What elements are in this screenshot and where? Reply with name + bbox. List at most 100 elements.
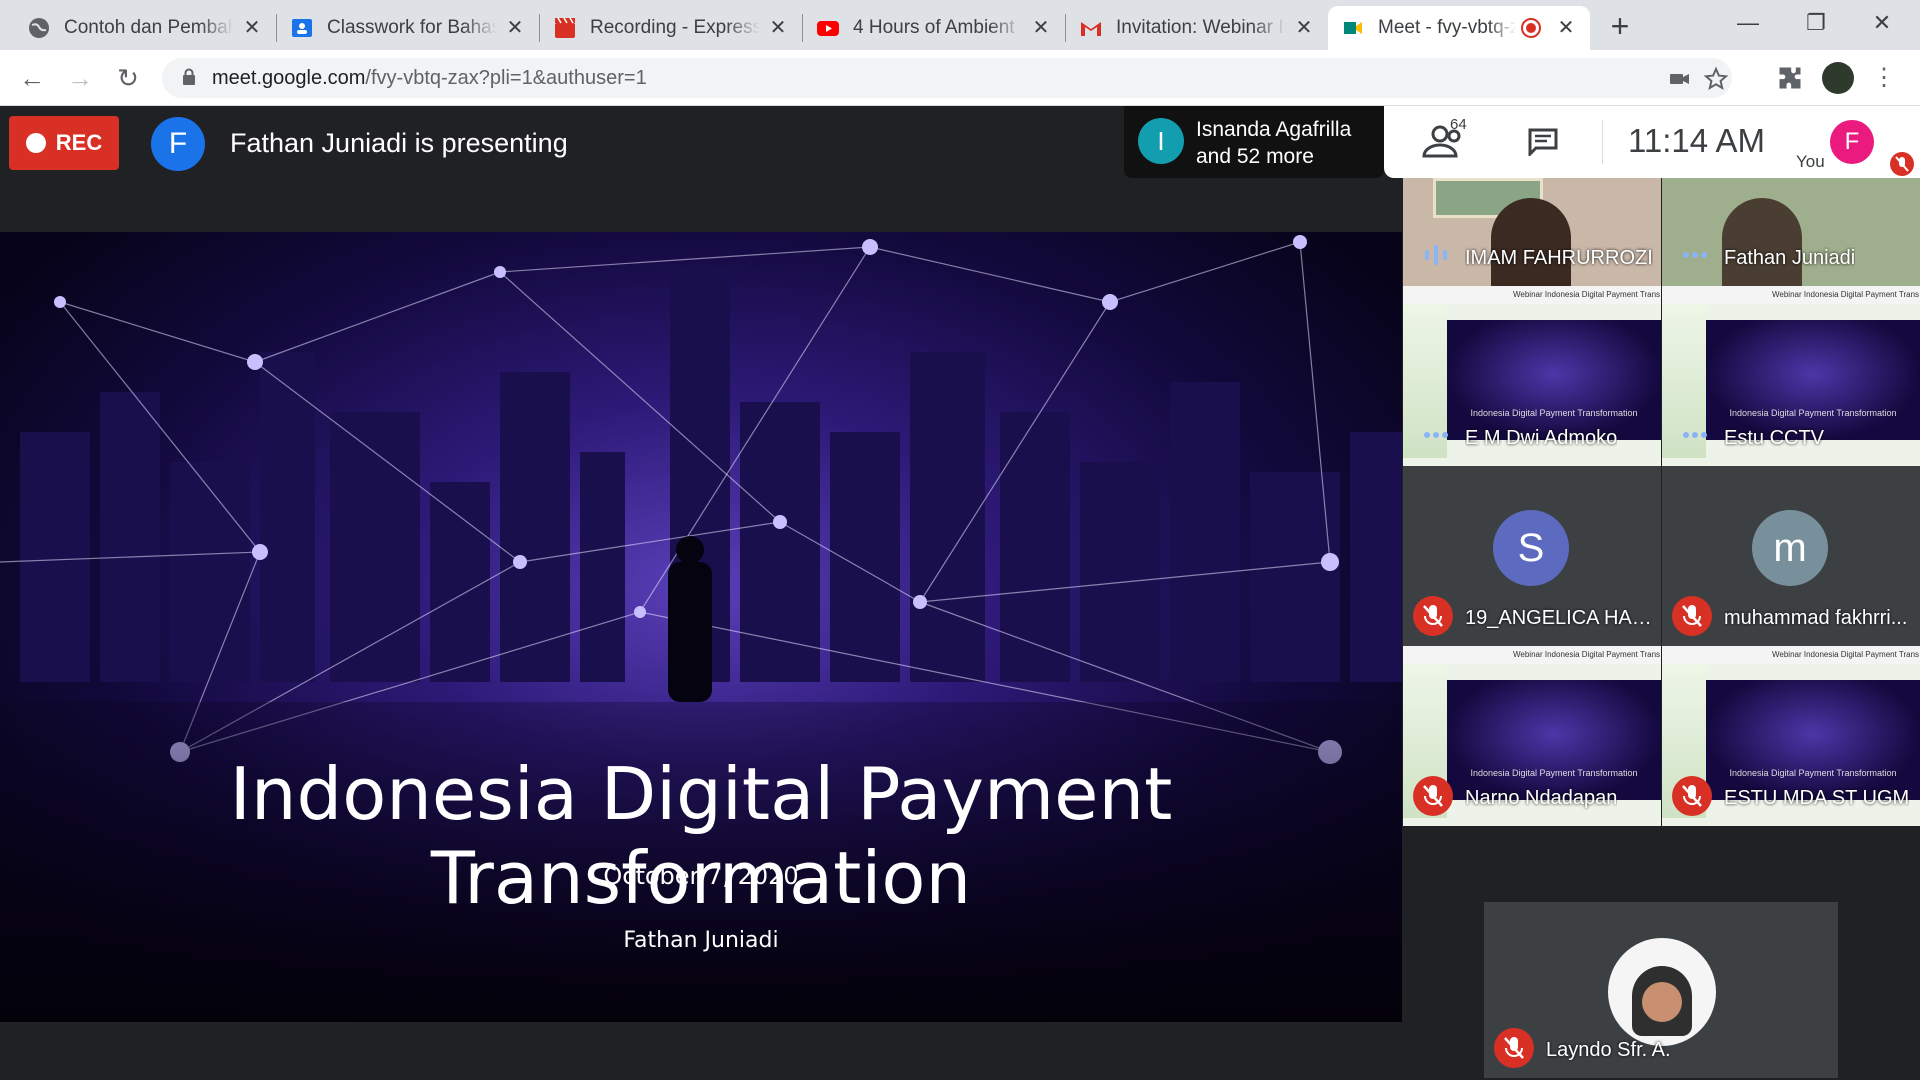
mic-off-icon <box>1413 776 1453 816</box>
address-bar[interactable]: meet.google.com/fvy-vbtq-zax?pli=1&authu… <box>162 58 1732 98</box>
lock-icon <box>183 68 195 85</box>
participant-avatar <box>1608 938 1716 1046</box>
participant-name: Fathan Juniadi <box>1724 247 1856 269</box>
presenter-status: Fathan Juniadi is presenting <box>230 128 568 158</box>
recording-badge: REC <box>9 116 119 170</box>
speaking-indicator-icon <box>1425 245 1447 265</box>
extensions-icon[interactable] <box>1776 64 1804 92</box>
url-host: meet.google.com <box>212 67 366 89</box>
browser-tab[interactable]: 4 Hours of Ambient ✕ <box>803 6 1065 50</box>
globe-icon <box>28 17 50 39</box>
joined-name: Isnanda Agafrilla <box>1196 118 1352 141</box>
participant-name: Narno Ndadapan <box>1465 787 1618 809</box>
slide-thumbnail: Indonesia Digital Payment Transformation <box>1447 320 1661 440</box>
participant-tile[interactable]: Webinar Indonesia Digital Payment Trans … <box>1662 646 1920 826</box>
joined-notification[interactable]: I Isnanda Agafrilla and 52 more <box>1124 106 1384 178</box>
participant-avatar: S <box>1493 510 1569 586</box>
participant-avatar: m <box>1752 510 1828 586</box>
more-dots-icon <box>1683 432 1707 438</box>
camera-icon[interactable] <box>1668 67 1692 91</box>
close-icon[interactable]: ✕ <box>1556 18 1576 38</box>
browser-toolbar: ← → ↻ meet.google.com/fvy-vbtq-zax?pli=1… <box>0 50 1920 106</box>
youtube-icon <box>817 17 839 39</box>
close-icon[interactable]: ✕ <box>505 18 525 38</box>
reload-button[interactable]: ↻ <box>110 60 146 96</box>
presentation-slide: Indonesia Digital Payment Transformation… <box>0 232 1402 1022</box>
participant-name: muhammad fakhrri... <box>1724 607 1908 629</box>
minimize-button[interactable]: — <box>1718 6 1778 40</box>
person-silhouette <box>1722 198 1802 286</box>
clock: 11:14 AM <box>1628 122 1765 159</box>
slide-thumbnail: Indonesia Digital Payment Transformation <box>1447 680 1661 800</box>
classroom-icon <box>291 17 313 39</box>
more-dots-icon <box>1683 252 1707 258</box>
participant-count: 64 <box>1450 116 1467 133</box>
mic-off-icon <box>1494 1028 1534 1068</box>
webinar-header: Webinar Indonesia Digital Payment Trans <box>1403 286 1661 304</box>
more-dots-icon <box>1424 432 1448 438</box>
browser-tab[interactable]: Classwork for Bahasa ✕ <box>277 6 539 50</box>
slide-date: October 7, 2020 <box>603 862 799 890</box>
browser-tab-active[interactable]: Meet - fvy-vbtq-zax ✕ <box>1328 6 1590 50</box>
maximize-button[interactable]: ❐ <box>1786 6 1846 40</box>
self-avatar[interactable]: F <box>1830 120 1874 164</box>
participant-tile[interactable]: Layndo Sfr. A. <box>1484 902 1838 1078</box>
browser-tab[interactable]: Recording - Express ✕ <box>540 6 802 50</box>
webinar-header: Webinar Indonesia Digital Payment Trans <box>1403 646 1661 664</box>
new-tab-button[interactable]: + <box>1603 10 1637 44</box>
presenter-avatar: F <box>151 117 205 171</box>
participant-name: Layndo Sfr. A. <box>1546 1039 1671 1061</box>
close-icon[interactable]: ✕ <box>1294 18 1314 38</box>
webinar-header: Webinar Indonesia Digital Payment Trans <box>1662 286 1920 304</box>
forward-button[interactable]: → <box>62 60 98 96</box>
tab-title: Meet - fvy-vbtq-zax <box>1378 17 1516 38</box>
close-icon[interactable]: ✕ <box>1031 18 1051 38</box>
participant-tile[interactable]: IMAM FAHRURROZI <box>1403 178 1661 286</box>
participant-tile[interactable]: Webinar Indonesia Digital Payment Trans … <box>1403 286 1661 466</box>
menu-dots-icon[interactable]: ⋮ <box>1872 60 1896 96</box>
gmail-icon <box>1080 17 1102 39</box>
people-icon[interactable] <box>1420 124 1476 160</box>
mic-off-icon <box>1890 152 1914 176</box>
chat-icon[interactable] <box>1528 128 1558 156</box>
participant-name: ESTU MDA ST UGM <box>1724 787 1910 809</box>
mic-off-icon <box>1672 596 1712 636</box>
browser-tab[interactable]: Contoh dan Pembahasan ✕ <box>14 6 276 50</box>
back-button[interactable]: ← <box>14 60 50 96</box>
close-icon[interactable]: ✕ <box>242 18 262 38</box>
mic-off-icon <box>1672 776 1712 816</box>
tab-title: 4 Hours of Ambient <box>853 17 1015 38</box>
mic-off-icon <box>1413 596 1453 636</box>
url-path: /fvy-vbtq-zax?pli=1&authuser=1 <box>365 67 647 89</box>
webinar-header: Webinar Indonesia Digital Payment Trans <box>1662 646 1920 664</box>
tab-title: Classwork for Bahasa <box>327 17 497 38</box>
recording-indicator-icon <box>1520 17 1542 39</box>
record-dot-icon <box>25 133 46 153</box>
participant-name: Estu CCTV <box>1724 427 1825 449</box>
joined-more: and 52 more <box>1196 145 1314 168</box>
slide-thumbnail: Indonesia Digital Payment Transformation <box>1706 680 1920 800</box>
close-icon[interactable]: ✕ <box>768 18 788 38</box>
window-close-button[interactable]: ✕ <box>1852 6 1912 40</box>
browser-tab[interactable]: Invitation: Webinar In ✕ <box>1066 6 1328 50</box>
participant-tile[interactable]: S 19_ANGELICA HAP... <box>1403 466 1661 646</box>
tab-title: Invitation: Webinar In <box>1116 17 1286 38</box>
panel-divider <box>1602 120 1603 164</box>
tab-title: Contoh dan Pembahasan <box>64 17 234 38</box>
participant-tile[interactable]: Fathan Juniadi <box>1662 178 1920 286</box>
participant-name: 19_ANGELICA HAP... <box>1465 607 1655 629</box>
participant-tile[interactable]: m muhammad fakhrri... <box>1662 466 1920 646</box>
browser-tab-strip: Contoh dan Pembahasan ✕ Classwork for Ba… <box>0 0 1920 50</box>
meet-icon <box>1342 17 1364 39</box>
you-label: You <box>1796 152 1825 171</box>
participant-tile[interactable]: Webinar Indonesia Digital Payment Trans … <box>1403 646 1661 826</box>
slide-thumbnail: Indonesia Digital Payment Transformation <box>1706 320 1920 440</box>
rec-label: REC <box>55 130 103 155</box>
participant-name: E M Dwi Admoko <box>1465 427 1618 449</box>
meet-info-panel: 64 11:14 AM You F <box>1384 106 1920 178</box>
star-icon[interactable] <box>1704 67 1728 91</box>
profile-avatar[interactable] <box>1822 62 1854 94</box>
participant-tile[interactable]: Webinar Indonesia Digital Payment Trans … <box>1662 286 1920 466</box>
meet-window: REC F Fathan Juniadi is presenting I Isn… <box>0 106 1920 1080</box>
participant-name: IMAM FAHRURROZI <box>1465 247 1653 269</box>
